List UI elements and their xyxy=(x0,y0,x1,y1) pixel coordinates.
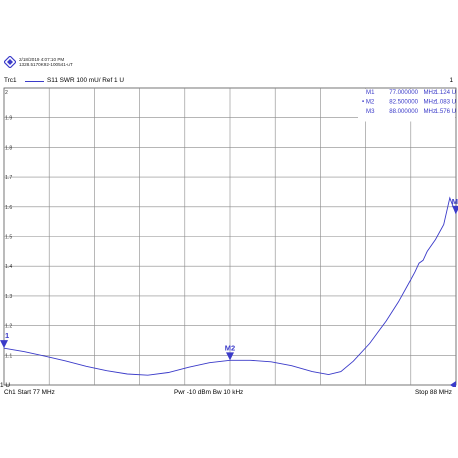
marker-value-unit: U xyxy=(452,99,456,106)
marker-value: 1.083 xyxy=(435,99,451,106)
channel-start-label[interactable]: Ch1 Start 77 MHz xyxy=(4,387,55,399)
marker-value: 1.124 xyxy=(435,89,451,96)
y-tick-label: 1.5 xyxy=(5,235,12,241)
marker-frequency: 77.000000 xyxy=(389,89,418,96)
y-tick-label: 1.9 xyxy=(5,116,12,122)
channel-number: 1 xyxy=(449,77,453,84)
status-bar: Ch1 Start 77 MHz Pwr -10 dBm Bw 10 kHz S… xyxy=(0,387,458,399)
timestamp-block: 2/18/2019 4:07:10 PM 1328.5170K92-100541… xyxy=(19,57,73,68)
marker-value-unit: U xyxy=(452,89,456,96)
marker-m1-label: 1 xyxy=(5,331,9,340)
marker-frequency: 88.000000 xyxy=(389,108,418,115)
y-tick-label: 1.1 xyxy=(5,353,12,359)
y-tick-label: 1.7 xyxy=(5,175,12,181)
marker-name: • M2 xyxy=(362,99,375,106)
trace-description[interactable]: S11 SWR 100 mU/ Ref 1 U xyxy=(47,76,124,86)
device-id: 1328.5170K92-100541-uT xyxy=(19,62,73,68)
trace-header: Trc1 S11 SWR 100 mU/ Ref 1 U 1 xyxy=(4,76,456,86)
marker-value: 1.576 xyxy=(435,108,451,115)
stop-frequency-label[interactable]: Stop 88 MHz xyxy=(415,387,452,399)
rohde-schwarz-logo-icon xyxy=(4,56,16,68)
trace-name[interactable]: Trc1 xyxy=(4,76,17,86)
trace-color-swatch xyxy=(25,81,44,83)
y-tick-label: 1.3 xyxy=(5,294,12,300)
power-bandwidth-label[interactable]: Pwr -10 dBm Bw 10 kHz xyxy=(174,387,243,399)
marker-frequency: 82.500000 xyxy=(389,99,418,106)
swr-chart[interactable]: 21.91.81.71.61.51.41.31.21.11 U1M2MM1 77.… xyxy=(0,86,458,387)
y-tick-label: 1.2 xyxy=(5,324,12,330)
marker-m3-label: M xyxy=(452,197,458,206)
marker-m2-label: M2 xyxy=(225,343,235,352)
marker-name: M1 xyxy=(366,89,375,96)
marker-name: M3 xyxy=(366,108,375,115)
y-tick-label: 2 xyxy=(5,90,8,96)
y-tick-label: 1.8 xyxy=(5,145,12,151)
y-tick-label: 1.4 xyxy=(5,264,12,270)
y-tick-label: 1.6 xyxy=(5,205,12,211)
marker-value-unit: U xyxy=(452,108,456,115)
